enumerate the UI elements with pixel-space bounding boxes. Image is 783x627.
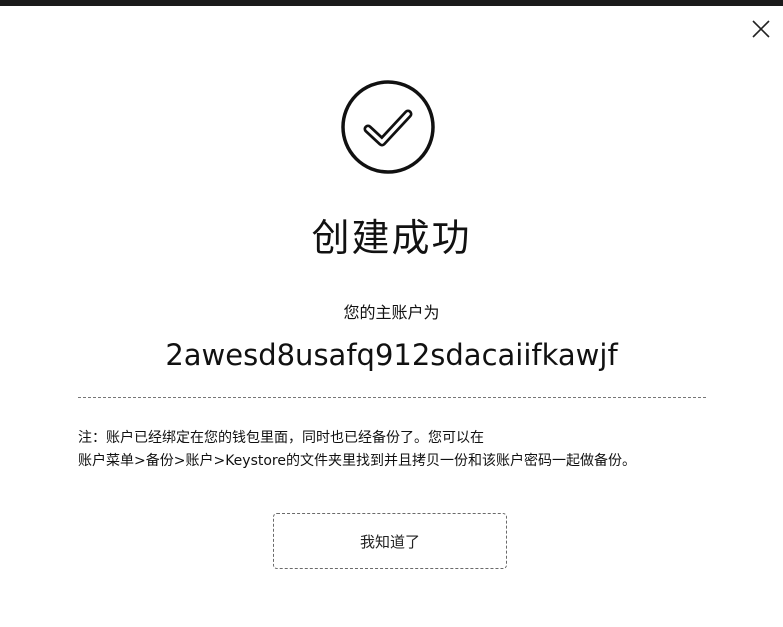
divider [78, 397, 706, 398]
dialog-title: 创建成功 [311, 216, 472, 260]
note-line-1: 注：账户已经绑定在您的钱包里面，同时也已经备份了。您可以在 [78, 430, 484, 446]
close-icon [752, 20, 770, 38]
account-label: 您的主账户为 [343, 303, 440, 322]
close-button[interactable] [746, 14, 776, 44]
backup-note: 注：账户已经绑定在您的钱包里面，同时也已经备份了。您可以在 账户菜单>备份>账户… [78, 427, 718, 473]
dialog-top-border [0, 0, 783, 6]
success-dialog: 创建成功 您的主账户为 2awesd8usafq912sdacaiifkawjf… [0, 0, 783, 627]
check-circle-icon [340, 79, 436, 175]
ok-button[interactable]: 我知道了 [273, 513, 507, 569]
account-id: 2awesd8usafq912sdacaiifkawjf [165, 338, 618, 372]
note-line-2: 账户菜单>备份>账户>Keystore的文件夹里找到并且拷贝一份和该账户密码一起… [78, 453, 636, 469]
